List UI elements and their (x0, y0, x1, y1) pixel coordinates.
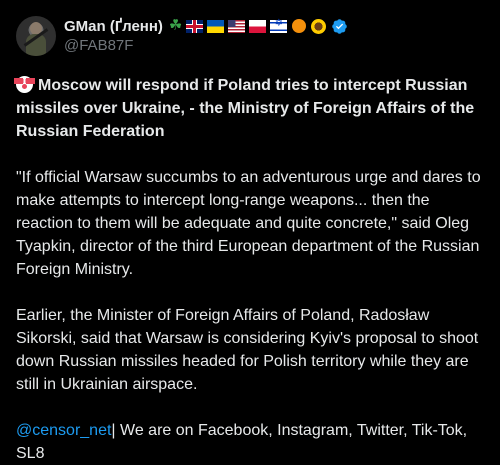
verified-badge-icon[interactable] (331, 18, 348, 35)
flag-il-icon (270, 18, 288, 33)
flag-pl-icon (249, 19, 267, 33)
headline-text: Moscow will respond if Poland tries to i… (16, 77, 475, 140)
author-handle[interactable]: @FAB87F (64, 36, 348, 56)
flag-us-icon (228, 19, 246, 33)
clown-face-icon (14, 76, 35, 93)
author-display-name[interactable]: GMan (Ґленн) (64, 18, 163, 35)
tweet-headline: Moscow will respond if Poland tries to i… (14, 74, 484, 143)
author-info: GMan (Ґленн) ☘ @FAB87F (64, 16, 348, 56)
flag-uk-icon (186, 19, 204, 33)
tweet-paragraph-1: "If official Warsaw succumbs to an adven… (16, 169, 481, 278)
tweet-card[interactable]: GMan (Ґленн) ☘ @FAB87F Moscow will respo… (0, 0, 500, 462)
shamrock-icon: ☘ (168, 17, 183, 34)
sunflower-icon (311, 18, 327, 34)
name-row: GMan (Ґленн) ☘ (64, 16, 348, 36)
mention-link[interactable]: @censor_net (16, 422, 111, 439)
tweet-header: GMan (Ґленн) ☘ @FAB87F (16, 12, 484, 60)
flag-ua-icon (207, 19, 225, 33)
tweet-paragraph-2: Earlier, the Minister of Foreign Affairs… (16, 307, 479, 393)
orange-circle-icon (292, 19, 307, 33)
avatar[interactable] (16, 16, 56, 56)
tweet-footer: @censor_net| We are on Facebook, Instagr… (16, 419, 484, 465)
